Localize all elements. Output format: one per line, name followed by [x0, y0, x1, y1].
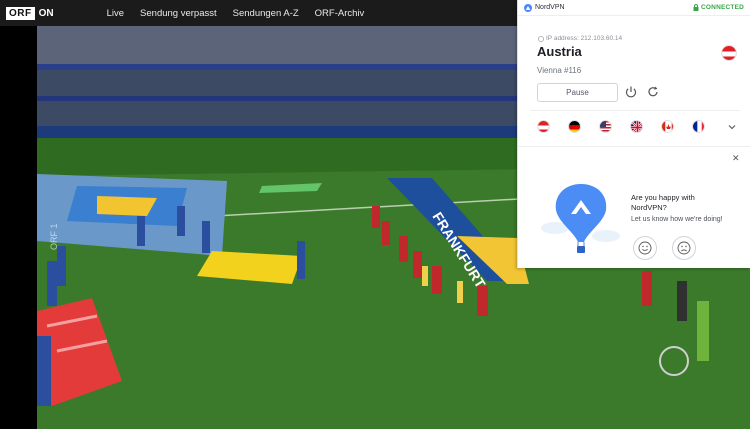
info-icon — [538, 35, 544, 42]
server-name: Vienna #116 — [537, 66, 582, 75]
vpn-brand-label: NordVPN — [535, 4, 565, 11]
frown-icon — [677, 241, 691, 255]
hot-air-balloon-icon — [541, 184, 620, 253]
france-flag-icon[interactable] — [692, 120, 705, 133]
vpn-brand: NordVPN — [524, 3, 565, 12]
uk-flag-icon[interactable] — [630, 120, 643, 133]
divider — [530, 110, 740, 111]
canada-flag-icon[interactable] — [661, 120, 674, 133]
orf-watermark: ORF 1 — [49, 223, 59, 250]
chevron-down-icon[interactable] — [726, 121, 738, 133]
vpn-status-text: CONNECTED — [701, 4, 744, 11]
austria-flag-icon — [721, 45, 737, 61]
promo-question-text: Are you happy with NordVPN? — [631, 193, 695, 212]
usa-flag-icon[interactable] — [599, 120, 612, 133]
orf-logo-on: ON — [38, 7, 54, 19]
orf-nav: Live Sendung verpasst Sendungen A-Z ORF-… — [99, 8, 373, 19]
nav-orf-archiv[interactable]: ORF-Archiv — [307, 8, 373, 19]
austria-flag-icon[interactable] — [537, 120, 550, 133]
promo-subtext: Let us know how we're doing! — [631, 216, 723, 223]
divider — [518, 146, 750, 147]
sad-face-button[interactable] — [672, 236, 696, 260]
vpn-status-badge: CONNECTED — [693, 4, 744, 11]
orf-logo[interactable]: ORF ON — [6, 5, 54, 21]
quick-connect-flags — [537, 120, 705, 133]
ip-address-text: IP address: 212.103.60.14 — [546, 35, 623, 42]
vpn-header: NordVPN CONNECTED — [518, 0, 750, 16]
smile-icon — [638, 241, 652, 255]
nav-live[interactable]: Live — [99, 8, 132, 19]
nordvpn-logo-icon — [524, 3, 532, 12]
germany-flag-icon[interactable] — [568, 120, 581, 133]
lock-icon — [693, 4, 699, 11]
promo-question: Are you happy with NordVPN? — [631, 193, 711, 213]
country-name: Austria — [537, 44, 582, 59]
nav-sendung-verpasst[interactable]: Sendung verpasst — [132, 8, 225, 19]
power-icon[interactable] — [624, 85, 638, 99]
nordvpn-panel: NordVPN CONNECTED IP address: 212.103.60… — [517, 0, 750, 268]
nav-sendungen-az[interactable]: Sendungen A-Z — [225, 8, 307, 19]
ip-address: IP address: 212.103.60.14 — [538, 35, 622, 42]
video-left-letterbox — [0, 26, 37, 429]
orf-logo-box: ORF — [6, 6, 35, 20]
close-icon[interactable]: ✕ — [732, 153, 740, 164]
pause-button[interactable]: Pause — [537, 83, 618, 102]
refresh-icon[interactable] — [646, 85, 660, 99]
happy-face-button[interactable] — [633, 236, 657, 260]
